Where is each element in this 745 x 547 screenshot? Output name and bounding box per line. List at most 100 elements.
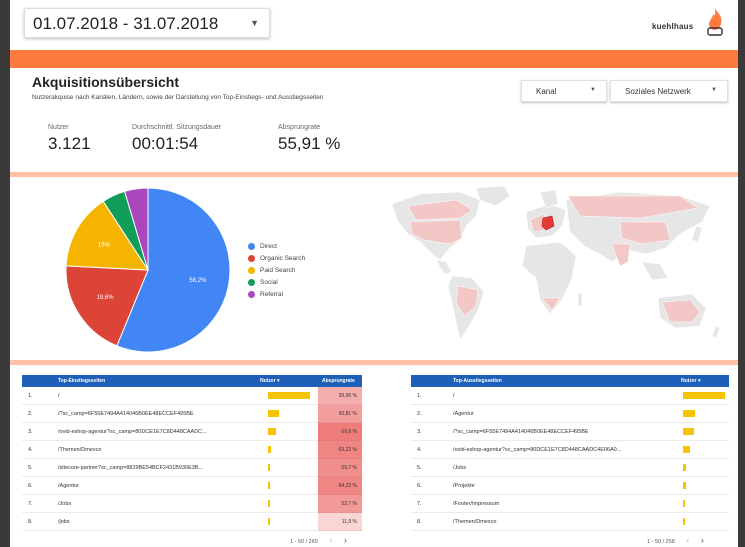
page-path: /Themen/Dmexco [453,519,497,525]
table-row[interactable]: 3. /ovid-eshop-agentur?sc_camp=80DCE1E7C8… [22,423,362,441]
date-range-picker[interactable]: 01.07.2018 - 31.07.2018 ▼ [24,8,270,38]
section-divider [10,360,738,365]
table-row[interactable]: 4. /ovid-eshop-agentur?sc_camp=80DCE1E7C8… [411,441,729,459]
pie-legend: Direct Organic Search Paid Search Social Ref… [248,240,305,300]
pie-slice-label: 56,2% [189,278,207,284]
table-row[interactable]: 7. /Footer/Impressum [411,495,729,513]
table-row[interactable]: 4. /Themen/Dmexco 63,22 % [22,441,362,459]
page-path: / [453,393,455,399]
table-row[interactable]: 6. /Agentur 64,22 % [22,477,362,495]
pie-slice-label: 15% [98,243,111,249]
table-row[interactable]: 5. /Jobs [411,459,729,477]
previous-page-icon[interactable]: ‹ [686,535,689,545]
next-page-icon[interactable]: › [701,535,704,545]
table-pagination: 1 - 50 / 260 ‹ › [290,535,347,545]
column-header-users[interactable]: Nutzer ▾ [681,378,700,384]
channel-filter-label: Kanal [536,87,557,96]
table-row[interactable]: 8. /jobs 11,9 % [22,513,362,531]
table-row[interactable]: 3. /?sc_camp=6F55E7494A414046B0EE48ECCEF4… [411,423,729,441]
users-bar [683,500,686,507]
kpi-label: Durchschnittl. Sitzungsdauer [132,124,222,131]
map-region-greenland [475,185,511,207]
legend-label: Referral [260,290,284,298]
previous-page-icon[interactable]: ‹ [329,535,332,545]
kpi-value: 55,91 % [278,134,341,153]
page-path: /Agentur [58,483,79,489]
header-accent-band [10,50,738,68]
row-index: 3. [417,429,422,435]
section-divider [10,172,738,177]
table-row[interactable]: 5. /sitecore-partner?sc_camp=8829BE54BCF2… [22,459,362,477]
legend-label: Organic Search [260,254,306,262]
table-pagination: 1 - 50 / 258 ‹ › [647,535,704,545]
page-path: /?sc_camp=6F55E7494A414046B0EE48ECCEF495… [58,411,194,417]
table-row[interactable]: 1. / [411,387,729,405]
table-row[interactable]: 8. /Themen/Dmexco [411,513,729,531]
table-row[interactable]: 2. /Agentur [411,405,729,423]
map-region-southeast-asia [641,261,669,281]
next-page-icon[interactable]: › [344,535,347,545]
table-body: 1. / 39,06 % 2. /?sc_camp=6F55E7494A414046B0… [22,387,362,531]
table-header: Top-Einstiegsseiten Nutzer ▾ Absprungrat… [22,375,362,387]
social-network-filter-dropdown[interactable]: Soziales Netzwerk ▼ [610,80,728,102]
legend-label: Direct [260,242,277,250]
table-body: 1. / 2. /Agentur 3. /?sc_camp=6F55E7494A41404… [411,387,729,531]
world-map [391,185,721,341]
page-path: /Themen/Dmexco [58,447,102,453]
table-row[interactable]: 2. /?sc_camp=6F55E7494A414046B0EE48ECCEF4… [22,405,362,423]
page-path: /Jobs [453,465,467,471]
legend-color-dot [248,290,255,298]
legend-item[interactable]: Direct [248,240,305,252]
table-header: Top-Ausstiegsseiten Nutzer ▾ [411,375,729,387]
row-index: 6. [417,483,422,489]
row-index: 1. [417,393,422,399]
users-bar [268,500,270,507]
users-bar [683,428,694,435]
bounce-rate-cell: 69,9 % [318,423,362,441]
table-row[interactable]: 6. /Projekte [411,477,729,495]
legend-item[interactable]: Social [248,276,305,288]
page-path: /Jobs [58,501,72,507]
row-index: 3. [28,429,33,435]
kpi-users: Nutzer 3.121 [48,124,91,154]
row-index: 7. [417,501,422,507]
legend-item[interactable]: Paid Search [248,264,305,276]
pagination-range: 1 - 50 / 260 [290,539,318,545]
page-path: /Agentur [453,411,474,417]
table-row[interactable]: 7. /Jobs 52,7 % [22,495,362,513]
page-path: /ovid-eshop-agentur?sc_camp=80DCE1E7C8D4… [453,447,622,453]
kpi-value: 3.121 [48,134,91,153]
column-header-page[interactable]: Top-Einstiegsseiten [58,378,105,384]
users-bar [268,446,271,453]
bounce-rate-cell: 11,9 % [318,513,362,531]
kpi-bounce-rate: Absprungrate 55,91 % [278,124,340,154]
users-bar [683,446,690,453]
page-path: /sitecore-partner?sc_camp=8829BE54BCF243… [58,465,204,471]
dashboard-page: 01.07.2018 - 31.07.2018 ▼ kuehlhaus Akqu… [10,0,738,547]
kpi-label: Absprungrate [278,124,321,131]
legend-item[interactable]: Referral [248,288,305,300]
kpi-value: 00:01:54 [132,134,199,153]
chevron-down-icon: ▼ [711,87,717,93]
column-header-users[interactable]: Nutzer ▾ [260,378,279,384]
users-bar [683,518,686,525]
top-bar: 01.07.2018 - 31.07.2018 ▼ kuehlhaus [10,0,738,48]
flame-icon [707,8,723,36]
legend-label: Paid Search [260,266,296,274]
page-path: /ovid-eshop-agentur?sc_camp=80DCE1E7C8D4… [58,429,207,435]
users-bar [268,464,271,471]
channel-pie-chart: 56,2% 19,6% 15% [65,187,231,353]
column-header-page[interactable]: Top-Ausstiegsseiten [453,378,502,384]
page-subtitle: Nutzerakquise nach Kanälen, Ländern, sow… [32,94,324,101]
row-index: 6. [28,483,33,489]
bounce-rate-cell: 50,81 % [318,405,362,423]
legend-item[interactable]: Organic Search [248,252,305,264]
legend-color-dot [248,242,255,250]
table-row[interactable]: 1. / 39,06 % [22,387,362,405]
channel-filter-dropdown[interactable]: Kanal ▼ [521,80,607,102]
column-header-bounce-rate[interactable]: Absprungrate [322,378,355,384]
charts-section: 56,2% 19,6% 15% Direct Organic Search Paid S… [10,178,738,360]
page-path: /Footer/Impressum [453,501,500,507]
row-index: 8. [417,519,422,525]
map-region-central-america [435,259,453,275]
